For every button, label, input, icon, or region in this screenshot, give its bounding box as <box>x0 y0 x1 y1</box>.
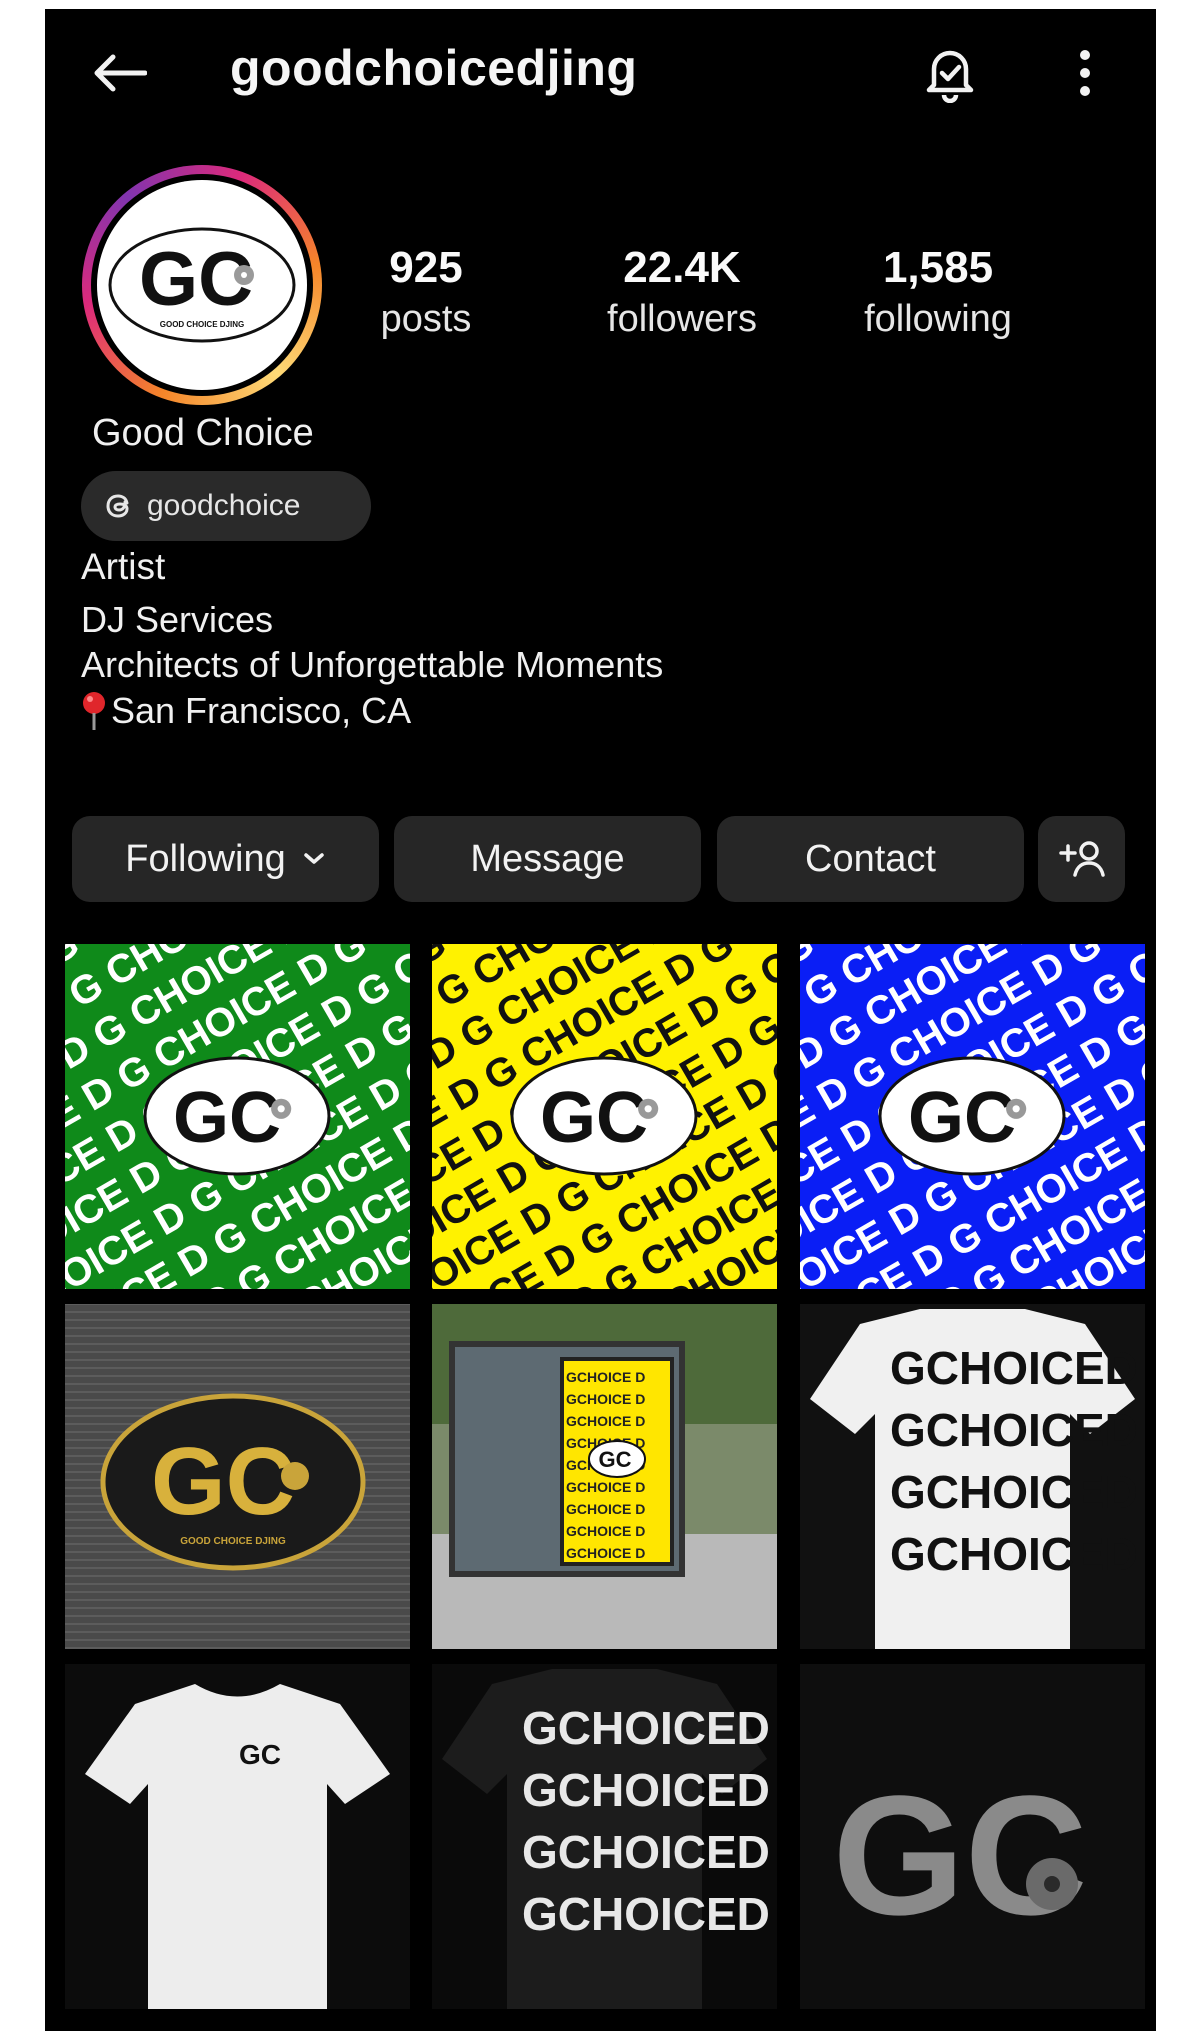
stat-value: 1,585 <box>882 243 994 292</box>
post-image: GCGOOD CHOICE DJING <box>65 1304 410 1649</box>
display-name: Good Choice <box>92 412 314 454</box>
post-logo-text: GC <box>833 1761 1088 1951</box>
following-button[interactable]: Following <box>72 816 379 902</box>
post-thumbnail[interactable]: GC GOOD CHOICE DJING <box>65 1304 410 1649</box>
post-thumbnail[interactable]: D G CHOICE D G CHOICE D G CHOICE D G CHO… <box>65 944 410 1289</box>
stat-posts[interactable]: 925 posts <box>326 241 526 343</box>
post-thumbnail[interactable]: D G CHOICE D G CHOICE D G CHOICE D G CHO… <box>432 944 777 1289</box>
post-image: GCHOICED GCHOICED GCHOICED GCHOICED <box>800 1304 1145 1649</box>
more-options-button[interactable] <box>1055 33 1115 113</box>
svg-text:GCHOICED: GCHOICED <box>522 1702 770 1754</box>
svg-text:GCHOICE D: GCHOICE D <box>566 1391 645 1407</box>
post-image: GC <box>800 1664 1145 2009</box>
post-logo-text: GC <box>151 1428 295 1535</box>
threads-icon <box>106 494 129 518</box>
profile-username: goodchoicedjing <box>230 40 638 96</box>
svg-text:GCHOICED: GCHOICED <box>890 1528 1138 1580</box>
post-thumbnail[interactable]: GC <box>65 1664 410 2009</box>
svg-text:GCHOICED: GCHOICED <box>522 1826 770 1878</box>
arrow-left-icon <box>94 54 147 92</box>
post-image: D G CHOICE D G CHOICE D G CHOICE D G CHO… <box>65 944 410 1289</box>
suggested-users-button[interactable] <box>1038 816 1125 902</box>
post-logo-text: GC <box>908 1078 1016 1158</box>
svg-text:GCHOICED: GCHOICED <box>890 1342 1138 1394</box>
post-thumbnail[interactable]: GC <box>800 1664 1145 2009</box>
more-vertical-icon <box>1080 50 1090 96</box>
stat-followers[interactable]: 22.4K followers <box>582 241 782 343</box>
post-logo-subtext: GOOD CHOICE DJING <box>180 1536 286 1547</box>
back-button[interactable] <box>83 37 155 109</box>
bell-check-icon <box>926 50 974 103</box>
stat-value: 925 <box>389 243 463 292</box>
gc-logo: GC GOOD CHOICE DJING <box>108 227 296 343</box>
contact-button[interactable]: Contact <box>717 816 1024 902</box>
stat-label: following <box>864 298 1012 340</box>
post-thumbnail[interactable]: GCHOICED GCHOICED GCHOICED GCHOICED <box>432 1664 777 2009</box>
threads-link[interactable]: goodchoice <box>81 471 371 541</box>
following-label: Following <box>125 837 286 880</box>
post-image: GCHOICED GCHOICED GCHOICED GCHOICED <box>432 1664 777 2009</box>
stat-value: 22.4K <box>623 243 741 292</box>
svg-text:GCHOICE D: GCHOICE D <box>566 1523 645 1539</box>
location-text: San Francisco, CA <box>111 690 412 731</box>
post-thumbnail[interactable]: GCHOICE D GCHOICE D GCHOICE D GCHOICE D GCHO… <box>432 1304 777 1649</box>
svg-text:GCHOICED: GCHOICED <box>890 1466 1138 1518</box>
message-button[interactable]: Message <box>394 816 701 902</box>
svg-text:GCHOICE D: GCHOICE D <box>566 1369 645 1385</box>
threads-handle: goodchoice <box>147 489 301 522</box>
avatar: GC GOOD CHOICE DJING <box>97 180 307 390</box>
top-bar: goodchoicedjing <box>45 9 1156 129</box>
notifications-button[interactable] <box>910 33 990 113</box>
stat-label: posts <box>380 298 472 340</box>
profile-screen: goodchoicedjing GC GOOD CHOICE DJING 925… <box>45 9 1156 2031</box>
post-thumbnail[interactable]: D G CHOICE D G CHOICE D G CHOICE D G CHO… <box>800 944 1145 1289</box>
bio-line: Architects of Unforgettable Moments <box>81 644 664 685</box>
post-logo-text: GC <box>599 1447 632 1472</box>
svg-text:GCHOICE D: GCHOICE D <box>566 1545 645 1561</box>
post-image: GCHOICE D GCHOICE D GCHOICE D GCHOICE D GCHO… <box>432 1304 777 1649</box>
svg-text:GCHOICED: GCHOICED <box>522 1888 770 1940</box>
stat-following[interactable]: 1,585 following <box>838 241 1038 343</box>
post-image: D G CHOICE D G CHOICE D G CHOICE D G CHO… <box>432 944 777 1289</box>
add-person-icon <box>1058 841 1105 877</box>
svg-text:GCHOICE D: GCHOICE D <box>566 1501 645 1517</box>
svg-text:GCHOICE D: GCHOICE D <box>566 1413 645 1429</box>
svg-text:GCHOICE D: GCHOICE D <box>566 1479 645 1495</box>
post-logo-text: GC <box>173 1078 281 1158</box>
svg-text:GCHOICED: GCHOICED <box>522 1764 770 1816</box>
bio-location: San Francisco, CA <box>81 690 411 732</box>
post-thumbnail[interactable]: GCHOICED GCHOICED GCHOICED GCHOICED <box>800 1304 1145 1649</box>
post-image: GC <box>65 1664 410 2009</box>
post-logo-text: GC <box>239 1739 281 1770</box>
location-pin-icon <box>83 692 105 730</box>
svg-text:GCHOICED: GCHOICED <box>890 1404 1138 1456</box>
avatar-story-ring[interactable]: GC GOOD CHOICE DJING <box>82 165 322 405</box>
post-image: D G CHOICE D G CHOICE D G CHOICE D G CHO… <box>800 944 1145 1289</box>
bio-line: DJ Services <box>81 599 274 640</box>
avatar-logo-subtext: GOOD CHOICE DJING <box>160 320 244 329</box>
post-logo-text: GC <box>540 1078 648 1158</box>
profile-category: Artist <box>81 546 166 587</box>
stat-label: followers <box>607 298 757 340</box>
chevron-down-icon <box>304 853 324 864</box>
